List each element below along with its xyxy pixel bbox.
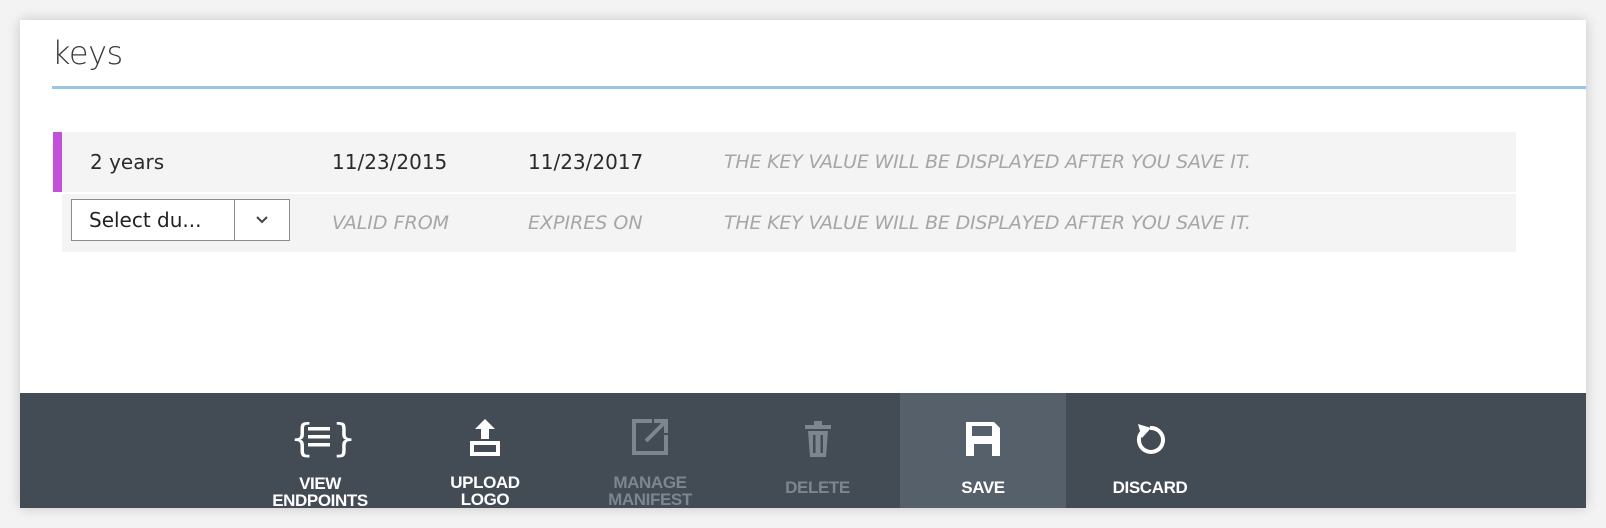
key-row-existing[interactable]: 2 years 11/23/2015 11/23/2017 THE KEY VA… [53,132,1516,192]
chevron-down-icon[interactable] [234,200,289,240]
delete-label: DELETE [785,478,850,497]
upload-logo-label: UPLOAD LOGO [450,473,520,508]
key-valid-from: 11/23/2015 [332,150,448,174]
key-value-note: THE KEY VALUE WILL BE DISPLAYED AFTER YO… [724,151,1251,173]
save-button[interactable]: SAVE [900,393,1066,508]
key-row-new: Select du... VALID FROM EXPIRES ON THE K… [62,194,1516,252]
view-endpoints-label: VIEW ENDPOINTS [272,474,368,508]
upload-logo-button[interactable]: UPLOAD LOGO [415,393,555,508]
external-edit-icon [630,415,670,458]
new-key-value-note: THE KEY VALUE WILL BE DISPLAYED AFTER YO… [724,212,1251,234]
valid-from-placeholder: VALID FROM [332,212,450,234]
title-divider [52,86,1586,89]
command-bar: { } VIEW ENDPOINTS UPLOAD LOGO [20,393,1586,508]
trash-icon [803,415,833,463]
undo-icon [1132,415,1168,463]
key-expires-on: 11/23/2017 [528,150,644,174]
key-duration: 2 years [90,150,165,174]
svg-text:}: } [332,416,352,459]
expires-on-placeholder: EXPIRES ON [528,212,643,234]
discard-button[interactable]: DISCARD [1100,393,1200,508]
view-endpoints-button[interactable]: { } VIEW ENDPOINTS [245,393,395,508]
selected-row-indicator [53,132,62,192]
duration-select[interactable]: Select du... [71,199,290,241]
duration-select-value: Select du... [89,208,202,232]
keys-panel: keys 2 years 11/23/2015 11/23/2017 THE K… [20,20,1586,508]
upload-icon [469,415,501,458]
save-label: SAVE [961,478,1005,497]
braces-list-icon: { } [288,415,352,459]
section-title: keys [52,34,123,72]
manage-manifest-button[interactable]: MANAGE MANIFEST [595,393,705,508]
delete-button[interactable]: DELETE [770,393,865,508]
floppy-disk-icon [964,415,1002,463]
discard-label: DISCARD [1112,478,1188,497]
manage-manifest-label: MANAGE MANIFEST [608,473,692,508]
